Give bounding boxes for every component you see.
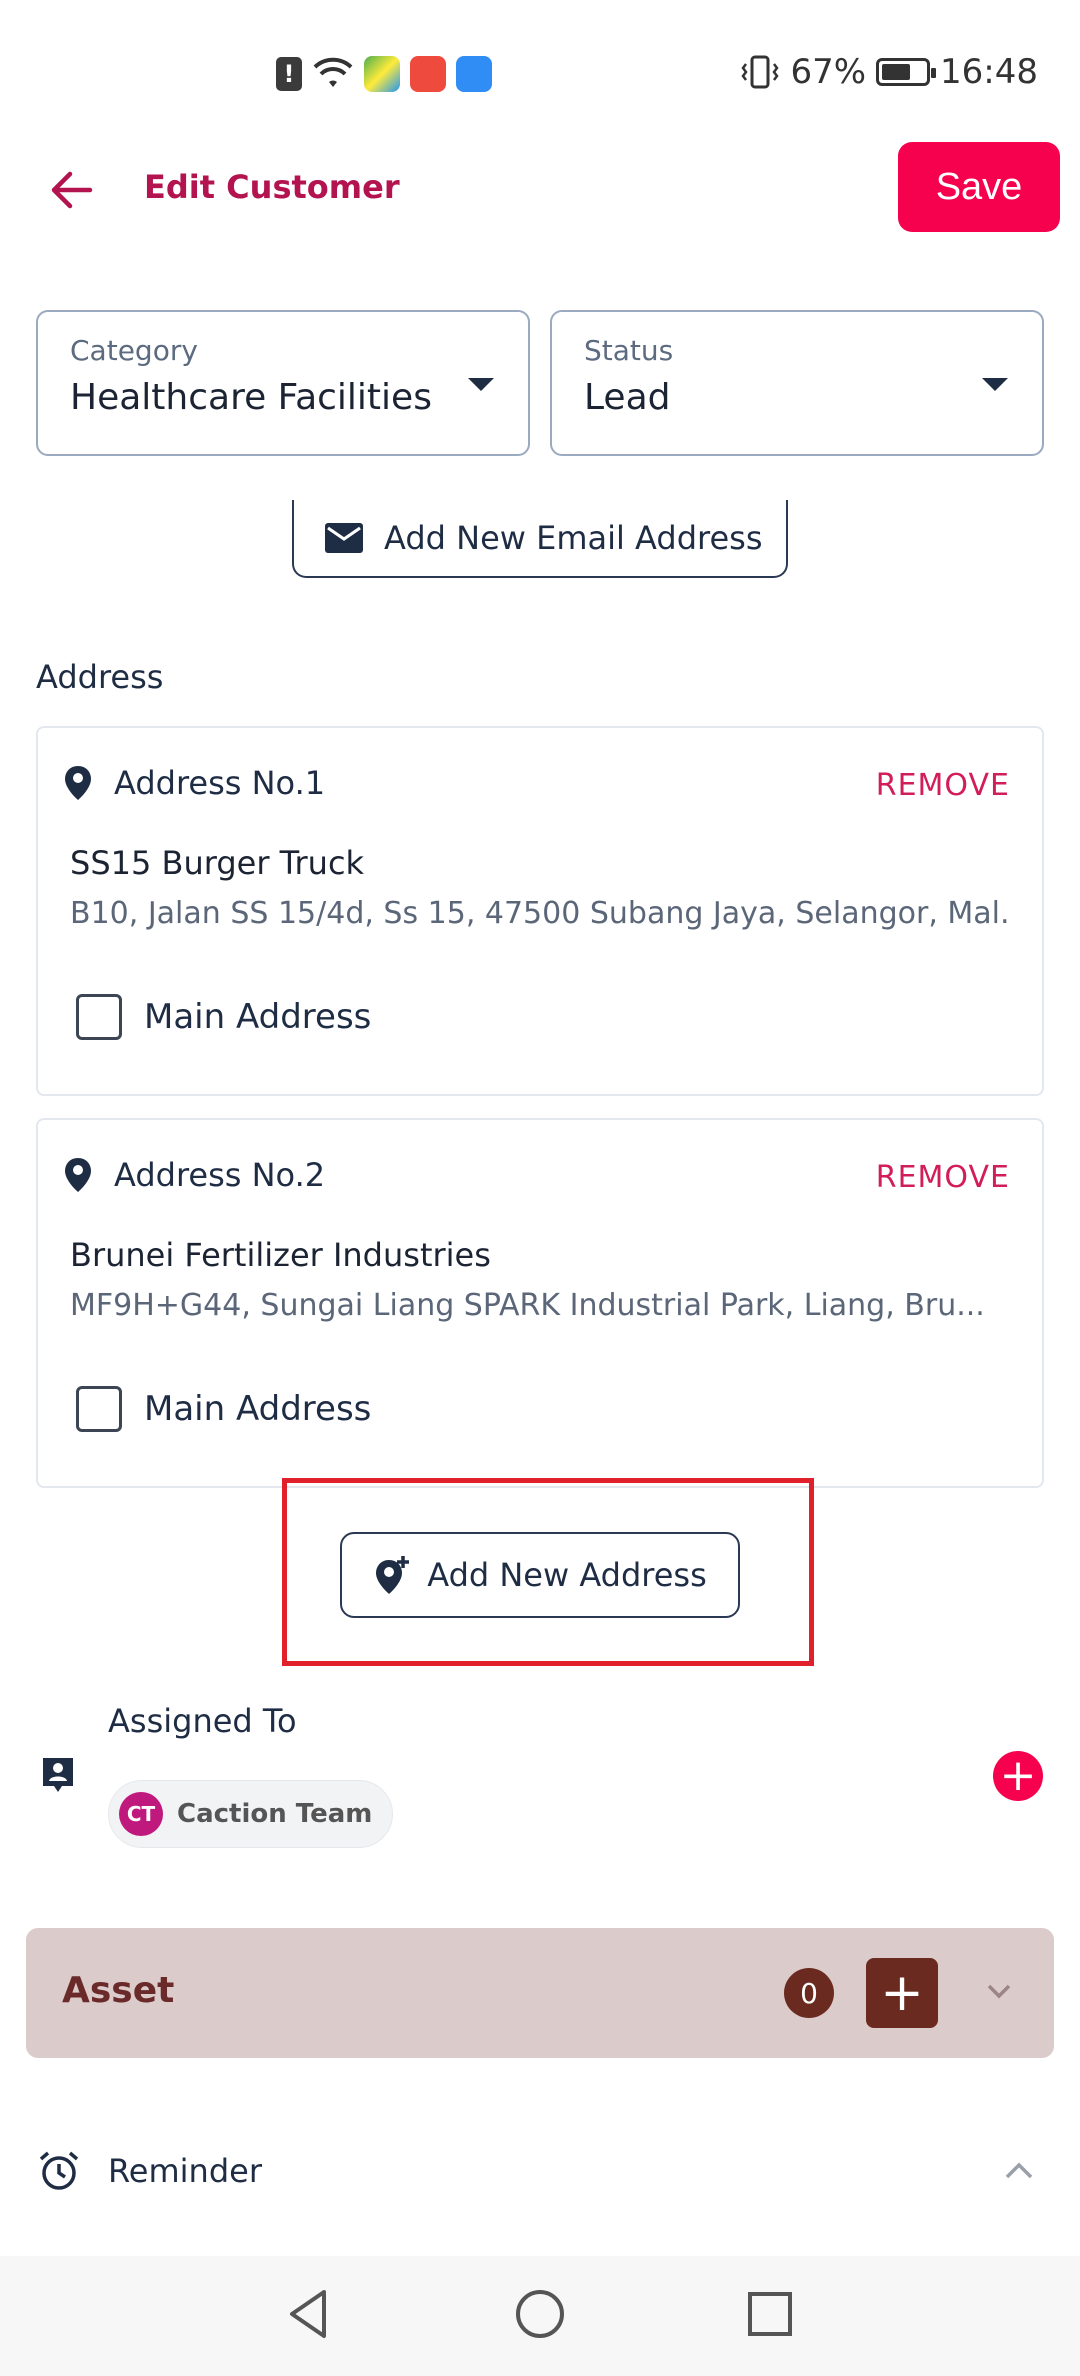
nav-home-icon[interactable] bbox=[510, 2284, 570, 2344]
app-header: Edit Customer Save bbox=[0, 140, 1080, 240]
status-value: Lead bbox=[584, 377, 671, 418]
battery-icon bbox=[876, 58, 937, 86]
wifi-icon bbox=[313, 57, 353, 87]
category-value: Healthcare Facilities bbox=[70, 377, 432, 418]
nav-recent-apps-icon[interactable] bbox=[740, 2284, 800, 2344]
status-right: 67% 16:48 bbox=[740, 52, 1038, 92]
remove-address-button[interactable]: REMOVE bbox=[876, 1160, 1010, 1195]
address-card: Address No.1 REMOVE SS15 Burger Truck B1… bbox=[36, 726, 1044, 1096]
assignee-chip[interactable]: CT Caction Team bbox=[108, 1780, 394, 1848]
maps-app-icon bbox=[364, 56, 400, 92]
assigned-person-icon bbox=[43, 1758, 73, 1792]
status-label: Status bbox=[584, 334, 674, 367]
add-location-icon bbox=[376, 1556, 410, 1594]
huawei-appgallery-icon bbox=[410, 56, 446, 92]
location-pin-icon bbox=[65, 1158, 91, 1192]
nav-back-icon[interactable] bbox=[280, 2284, 340, 2344]
address-card: Address No.2 REMOVE Brunei Fertilizer In… bbox=[36, 1118, 1044, 1488]
address-name: SS15 Burger Truck bbox=[70, 844, 365, 882]
reminder-label: Reminder bbox=[108, 2152, 262, 2190]
address-name: Brunei Fertilizer Industries bbox=[70, 1236, 491, 1274]
caret-down-icon bbox=[468, 378, 494, 391]
address-number: Address No.1 bbox=[114, 764, 326, 802]
asset-title: Asset bbox=[62, 1970, 175, 2011]
location-pin-icon bbox=[65, 766, 91, 800]
back-arrow-icon[interactable] bbox=[44, 162, 100, 218]
main-address-toggle[interactable]: Main Address bbox=[76, 994, 371, 1040]
main-address-toggle[interactable]: Main Address bbox=[76, 1386, 371, 1432]
asset-count-badge: 0 bbox=[784, 1968, 834, 2018]
save-button[interactable]: Save bbox=[898, 142, 1060, 232]
alert-icon: ! bbox=[276, 57, 302, 91]
add-email-button[interactable]: Add New Email Address bbox=[292, 500, 788, 578]
category-dropdown[interactable]: Category Healthcare Facilities bbox=[36, 310, 530, 456]
alarm-clock-icon bbox=[39, 2151, 79, 2190]
address-heading: Address No.2 bbox=[64, 1156, 325, 1194]
add-email-label: Add New Email Address bbox=[384, 519, 763, 557]
vibrate-icon bbox=[741, 55, 779, 89]
status-icons: ! bbox=[276, 56, 492, 92]
remove-address-button[interactable]: REMOVE bbox=[876, 768, 1010, 803]
add-assignee-button[interactable]: + bbox=[993, 1751, 1043, 1801]
assignee-name: Caction Team bbox=[177, 1799, 373, 1829]
chevron-down-icon[interactable] bbox=[984, 1976, 1014, 2006]
chevron-up-icon[interactable] bbox=[1002, 2156, 1036, 2186]
main-address-label: Main Address bbox=[144, 997, 372, 1037]
add-asset-button[interactable]: + bbox=[866, 1958, 938, 2028]
main-address-label: Main Address bbox=[144, 1389, 372, 1429]
address-section-title: Address bbox=[36, 658, 164, 696]
main-address-checkbox[interactable] bbox=[76, 994, 122, 1040]
system-nav-bar bbox=[0, 2256, 1080, 2376]
mail-icon bbox=[325, 523, 363, 553]
category-label: Category bbox=[70, 334, 198, 367]
avatar: CT bbox=[119, 1792, 163, 1836]
add-address-button[interactable]: Add New Address bbox=[340, 1532, 740, 1618]
battery-percent: 67% bbox=[790, 52, 867, 92]
address-number: Address No.2 bbox=[114, 1156, 326, 1194]
address-line: MF9H+G44, Sungai Liang SPARK Industrial … bbox=[70, 1288, 985, 1323]
cloud-app-icon bbox=[456, 56, 492, 92]
assigned-to-label: Assigned To bbox=[108, 1702, 297, 1740]
caret-down-icon bbox=[982, 378, 1008, 391]
clock: 16:48 bbox=[940, 52, 1038, 92]
address-heading: Address No.1 bbox=[64, 764, 325, 802]
page-title: Edit Customer bbox=[144, 168, 400, 206]
status-bar: ! 67% 16:48 bbox=[0, 0, 1080, 150]
add-address-label: Add New Address bbox=[427, 1556, 707, 1594]
main-address-checkbox[interactable] bbox=[76, 1386, 122, 1432]
status-dropdown[interactable]: Status Lead bbox=[550, 310, 1044, 456]
address-line: B10, Jalan SS 15/4d, Ss 15, 47500 Subang… bbox=[70, 896, 1010, 931]
asset-section[interactable]: Asset 0 + bbox=[26, 1928, 1054, 2058]
